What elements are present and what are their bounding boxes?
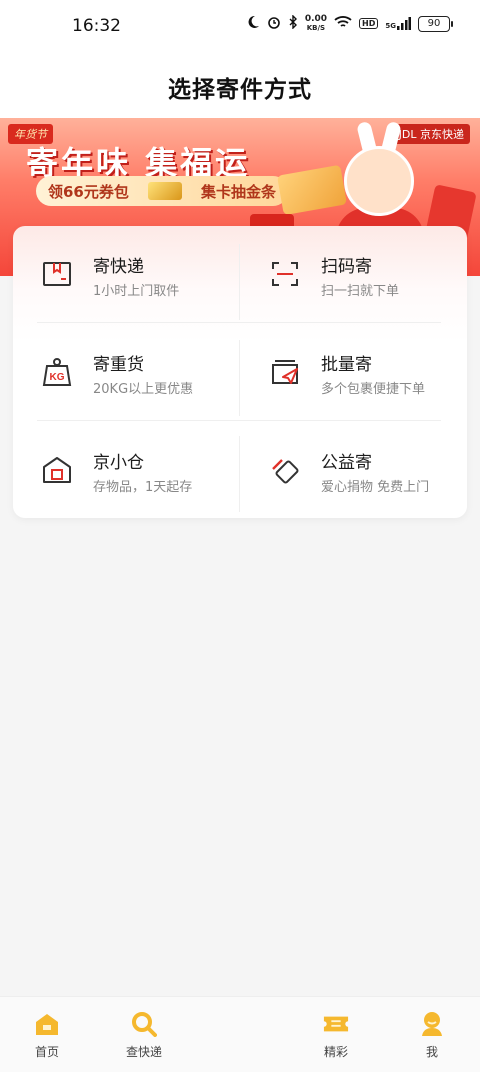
mascot-face-illustration [344,146,414,216]
search-icon [131,1011,157,1037]
coupon-text: 领66元券包 [48,182,129,201]
tab-label: 我 [425,1045,438,1059]
service-batch-send[interactable]: 批量寄 多个包裹便捷下单 [267,350,467,430]
tab-highlights[interactable]: 精彩 [296,1011,376,1060]
ticket-icon [323,1011,349,1037]
service-name: 批量寄 [321,355,372,375]
status-bar: 16:32 0.00 KB/S HD 5G 90 [0,0,480,56]
home-icon [34,1011,60,1037]
service-desc: 存物品，1天起存 [93,480,193,495]
network-speed: 0.00 KB/S [304,13,328,32]
page-title: 选择寄件方式 [168,77,312,103]
service-send-express[interactable]: 寄快递 1小时上门取件 [39,252,239,332]
jdl-logo: JDL 京东快递 [392,124,470,144]
divider [239,340,240,416]
batch-send-icon [267,354,303,390]
tab-label: 首页 [34,1045,59,1059]
scan-icon [267,256,303,292]
signal-label: 5G [385,22,396,30]
banner-coupon-pill: 领66元券包 集卡抽金条 [36,176,288,206]
service-name: 京小仓 [93,453,144,473]
signal-icon: 5G [385,17,411,30]
lottery-text: 集卡抽金条 [200,182,276,201]
service-desc: 扫一扫就下单 [321,284,400,299]
service-desc: 1小时上门取件 [93,284,180,299]
charity-icon [267,452,303,488]
divider [239,436,240,512]
hd-badge: HD [359,18,379,29]
service-charity-send[interactable]: 公益寄 爱心捐物 免费上门 [267,448,467,528]
tab-label: 查快递 [125,1045,162,1059]
profile-icon [419,1011,445,1037]
gift-card-illustration [277,164,347,216]
tab-track-express[interactable]: 查快递 [104,1011,184,1060]
tab-label: 精彩 [323,1045,348,1059]
battery-indicator: 90 [418,15,453,32]
service-desc: 20KG以上更优惠 [93,382,194,397]
gold-bar-icon [147,182,182,200]
service-scan-send[interactable]: 扫码寄 扫一扫就下单 [267,252,467,332]
service-heavy-goods[interactable]: KG 寄重货 20KG以上更优惠 [39,350,239,430]
warehouse-icon [39,452,75,488]
service-name: 寄快递 [93,257,144,277]
divider [239,244,240,320]
wifi-icon [334,14,352,33]
moon-icon [246,14,260,33]
alarm-icon [267,14,281,33]
svg-text:KG: KG [50,372,65,383]
service-grid-card: 寄快递 1小时上门取件 扫码寄 扫一扫就下单 KG 寄重货 20KG以上更优惠 … [13,226,467,518]
service-name: 公益寄 [321,453,372,473]
status-icons: 0.00 KB/S HD 5G 90 [246,13,453,33]
tab-me[interactable]: 我 [392,1011,472,1060]
service-mini-warehouse[interactable]: 京小仓 存物品，1天起存 [39,448,239,528]
tab-home[interactable]: 首页 [7,1011,87,1060]
bottom-tab-bar: 首页 查快递 精彩 我 [0,996,480,1072]
package-box-icon [39,256,75,292]
kg-weight-icon: KG [39,354,75,390]
page-header: 选择寄件方式 [0,56,480,118]
status-time: 16:32 [72,16,121,36]
service-name: 扫码寄 [321,257,372,277]
service-desc: 爱心捐物 免费上门 [321,480,430,495]
service-desc: 多个包裹便捷下单 [321,382,426,397]
bluetooth-icon [288,14,298,33]
service-name: 寄重货 [93,355,144,375]
